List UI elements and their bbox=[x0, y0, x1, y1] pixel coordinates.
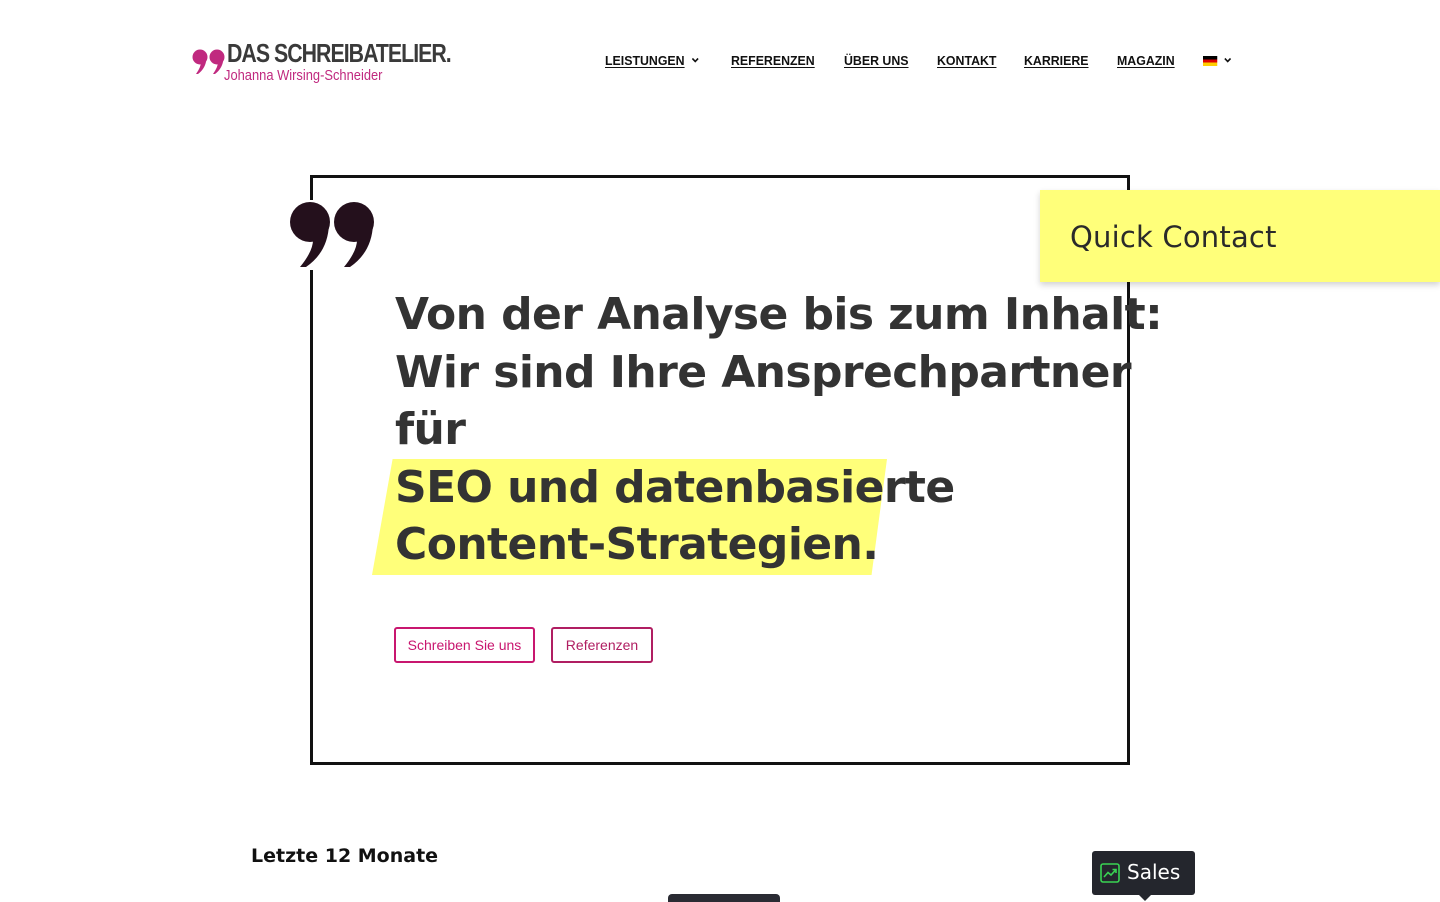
double-quote-icon bbox=[192, 49, 225, 74]
hero-headline: Von der Analyse bis zum Inhalt: Wir sind… bbox=[395, 286, 1163, 574]
headline-highlight-line: Content-Strategien. bbox=[395, 519, 879, 570]
chevron-down-icon bbox=[691, 57, 699, 63]
logo-title: DAS SCHREIBATELIER. bbox=[227, 38, 452, 68]
sales-badge[interactable]: Sales bbox=[1092, 851, 1195, 901]
language-switcher[interactable] bbox=[1203, 55, 1232, 66]
references-button[interactable]: Referenzen bbox=[551, 627, 653, 663]
nav-item-karriere[interactable]: KARRIERE bbox=[1024, 53, 1089, 68]
nav-item-magazin[interactable]: MAGAZIN bbox=[1117, 53, 1175, 68]
nav-item-referenzen[interactable]: REFERENZEN bbox=[731, 53, 815, 68]
german-flag-icon bbox=[1203, 55, 1218, 66]
nav-item-label: MAGAZIN bbox=[1117, 52, 1175, 68]
write-us-button[interactable]: Schreiben Sie uns bbox=[394, 627, 535, 663]
nav-item-label: KARRIERE bbox=[1024, 52, 1089, 68]
nav-item-label: REFERENZEN bbox=[730, 52, 815, 68]
main-navigation: LEISTUNGEN REFERENZEN ÜBER UNS KONTAKT K… bbox=[605, 51, 1234, 69]
nav-item-ueber-uns[interactable]: ÜBER UNS bbox=[844, 53, 909, 68]
headline-line: Von der Analyse bis zum Inhalt: bbox=[395, 289, 1163, 340]
quick-contact-label: Quick Contact bbox=[1070, 220, 1277, 254]
logo-subtitle: Johanna Wirsing-Schneider bbox=[224, 67, 383, 84]
dark-tab-indicator bbox=[668, 894, 780, 902]
nav-item-label: KONTAKT bbox=[936, 52, 997, 68]
quick-contact-panel[interactable]: Quick Contact bbox=[1040, 190, 1440, 282]
double-quote-icon bbox=[288, 200, 380, 270]
headline-line: für bbox=[395, 404, 466, 455]
nav-item-label: ÜBER UNS bbox=[843, 52, 909, 68]
site-logo[interactable]: DAS SCHREIBATELIER. Johanna Wirsing-Schn… bbox=[192, 38, 452, 88]
period-label: Letzte 12 Monate bbox=[251, 845, 439, 867]
nav-item-kontakt[interactable]: KONTAKT bbox=[937, 53, 996, 68]
chevron-down-icon bbox=[1224, 57, 1232, 63]
sales-label: Sales bbox=[1127, 860, 1181, 884]
nav-item-label: LEISTUNGEN bbox=[605, 52, 685, 68]
trending-up-icon bbox=[1100, 863, 1120, 883]
headline-line: Wir sind Ihre Ansprechpartner bbox=[395, 346, 1132, 398]
headline-highlight-line: SEO und datenbasierte bbox=[395, 461, 955, 513]
nav-item-leistungen[interactable]: LEISTUNGEN bbox=[605, 53, 700, 68]
